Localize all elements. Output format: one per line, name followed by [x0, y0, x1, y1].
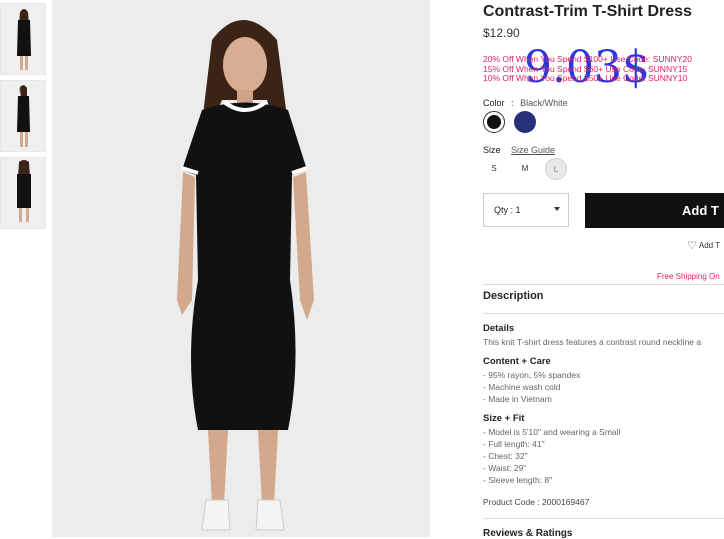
free-shipping-notice: Free Shipping On [657, 272, 720, 281]
divider [483, 313, 724, 314]
swatch-black-white[interactable] [483, 111, 505, 133]
size-label: Size [483, 145, 501, 155]
promo-list: 20% Off When You Spend $100+ Use Code: S… [483, 54, 692, 84]
fit-item: - Waist: 29" [483, 463, 527, 473]
quantity-select[interactable]: Qty : 1 [483, 193, 569, 227]
size-guide-link[interactable]: Size Guide [511, 145, 555, 155]
product-title: Contrast-Trim T-Shirt Dress [483, 3, 692, 20]
chevron-down-icon [554, 207, 560, 211]
add-to-bag-button[interactable]: Add T [585, 193, 724, 228]
color-selected-value: Black/White [520, 98, 568, 108]
thumbnail-back[interactable] [0, 157, 46, 229]
fit-item: - Model is 5'10" and wearing a Small [483, 427, 621, 437]
care-item: - 95% rayon, 5% spandex [483, 370, 581, 380]
size-option-l[interactable]: L [545, 158, 567, 180]
description-heading[interactable]: Description [483, 290, 544, 302]
divider [483, 518, 724, 519]
care-item: - Made in Vietnam [483, 394, 552, 404]
product-price: $12.90 [483, 26, 520, 40]
details-text: This knit T-shirt dress features a contr… [483, 337, 702, 347]
divider [483, 284, 724, 285]
size-option-m[interactable]: M [514, 158, 536, 180]
model-photo [52, 0, 430, 537]
quantity-value: Qty : 1 [494, 205, 521, 215]
thumbnail-front[interactable] [0, 3, 46, 75]
size-option-s[interactable]: S [483, 158, 505, 180]
thumbnail-side[interactable] [0, 80, 46, 152]
product-code: Product Code : 2000169467 [483, 497, 590, 507]
details-heading: Details [483, 323, 515, 334]
care-item: - Machine wash cold [483, 382, 561, 392]
color-label-row: Color : Black/White [483, 98, 568, 108]
wishlist-label: Add T [698, 241, 721, 250]
care-heading: Content + Care [483, 356, 551, 367]
product-main-image[interactable] [52, 0, 430, 537]
promo-line: 10% Off When You Spend $50+ Use Code: SU… [483, 73, 688, 83]
swatch-navy[interactable] [514, 111, 536, 133]
reviews-heading[interactable]: Reviews & Ratings [483, 528, 572, 539]
size-label-row: Size Size Guide [483, 145, 555, 155]
fit-item: - Chest: 32" [483, 451, 528, 461]
fit-item: - Sleeve length: 8" [483, 475, 553, 485]
color-label: Color [483, 98, 505, 108]
fit-heading: Size + Fit [483, 413, 525, 424]
add-to-wishlist-link[interactable]: ♡ Add T [687, 239, 720, 252]
color-separator: : [511, 98, 514, 108]
fit-item: - Full length: 41" [483, 439, 545, 449]
heart-icon: ♡ [687, 240, 697, 252]
